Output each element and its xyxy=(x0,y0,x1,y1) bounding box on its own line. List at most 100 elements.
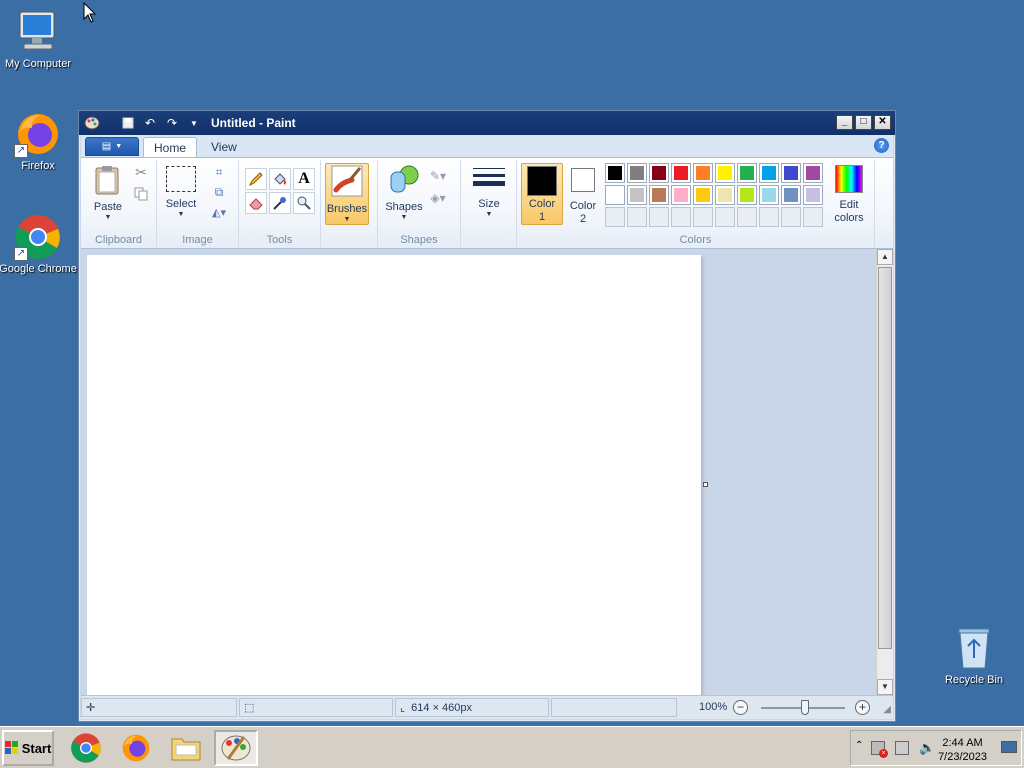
shapes-button[interactable]: Shapes ▼ xyxy=(384,164,424,222)
palette-empty-swatch[interactable] xyxy=(715,207,735,227)
palette-color-swatch[interactable] xyxy=(737,185,757,205)
edit-colors-button[interactable]: Edit colors xyxy=(829,163,869,225)
tab-home[interactable]: Home xyxy=(143,137,198,158)
zoom-out-icon[interactable]: − xyxy=(733,700,748,715)
text-icon[interactable]: A xyxy=(293,168,315,190)
clipboard-group-label: Clipboard xyxy=(94,234,143,246)
canvas-area xyxy=(81,249,877,695)
size-button[interactable]: Size ▼ xyxy=(467,164,511,219)
select-button[interactable]: Select ▼ xyxy=(163,164,199,219)
color-2-label-line2: 2 xyxy=(579,213,587,225)
magnifier-icon[interactable] xyxy=(293,192,315,214)
palette-color-swatch[interactable] xyxy=(671,163,691,183)
maximize-button[interactable]: □ xyxy=(855,115,872,130)
taskbar-firefox[interactable] xyxy=(114,730,158,766)
palette-color-swatch[interactable] xyxy=(605,185,625,205)
palette-color-swatch[interactable] xyxy=(715,185,735,205)
paint-app-icon[interactable] xyxy=(83,114,101,132)
palette-empty-swatch[interactable] xyxy=(671,207,691,227)
clock[interactable]: 2:44 AM 7/23/2023 xyxy=(938,736,987,764)
palette-color-swatch[interactable] xyxy=(627,185,647,205)
customize-toolbar-chevron-icon[interactable]: ▼ xyxy=(185,114,203,132)
palette-empty-swatch[interactable] xyxy=(781,207,801,227)
image-group: Select ▼ ⌗ ⧉ ◭▾ Image xyxy=(157,160,239,248)
scroll-up-icon[interactable]: ▲ xyxy=(877,249,893,265)
taskbar-file-explorer[interactable] xyxy=(164,730,208,766)
palette-color-swatch[interactable] xyxy=(737,163,757,183)
copy-icon[interactable] xyxy=(131,184,151,204)
cut-icon[interactable]: ✂ xyxy=(131,162,151,182)
volume-muted-icon[interactable]: 🔈 xyxy=(919,740,935,756)
resize-grip-icon[interactable]: ◢ xyxy=(883,704,891,715)
fill-bucket-icon[interactable] xyxy=(269,168,291,190)
palette-color-swatch[interactable] xyxy=(605,163,625,183)
taskbar-chrome[interactable] xyxy=(64,730,108,766)
paste-button[interactable]: Paste ▼ xyxy=(89,164,127,222)
palette-color-swatch[interactable] xyxy=(649,163,669,183)
palette-empty-swatch[interactable] xyxy=(649,207,669,227)
palette-color-swatch[interactable] xyxy=(759,185,779,205)
palette-empty-swatch[interactable] xyxy=(693,207,713,227)
palette-color-swatch[interactable] xyxy=(693,185,713,205)
brushes-button[interactable]: Brushes ▼ xyxy=(325,163,369,225)
palette-empty-swatch[interactable] xyxy=(737,207,757,227)
canvas-resize-handle[interactable] xyxy=(703,482,708,487)
vertical-scrollbar[interactable]: ▲ ▼ xyxy=(876,249,893,695)
scroll-thumb[interactable] xyxy=(878,267,892,649)
palette-color-swatch[interactable] xyxy=(781,163,801,183)
palette-color-swatch[interactable] xyxy=(715,163,735,183)
windows-logo-icon xyxy=(4,741,18,754)
crop-icon[interactable]: ⌗ xyxy=(209,162,229,182)
redo-icon[interactable]: ↷ xyxy=(163,114,181,132)
size-group: Size ▼ xyxy=(461,160,517,248)
palette-color-swatch[interactable] xyxy=(781,185,801,205)
palette-empty-swatch[interactable] xyxy=(759,207,779,227)
palette-color-swatch[interactable] xyxy=(803,185,823,205)
color-2-button[interactable]: Color 2 xyxy=(565,163,601,225)
show-desktop-icon[interactable] xyxy=(1001,741,1017,753)
color-1-button[interactable]: Color 1 xyxy=(521,163,563,225)
zoom-in-icon[interactable]: + xyxy=(855,700,870,715)
paint-menu-button[interactable]: ▤ ▼ xyxy=(85,137,139,156)
desktop-icon-label: Recycle Bin xyxy=(944,674,1004,686)
palette-color-swatch[interactable] xyxy=(759,163,779,183)
paint-icon xyxy=(221,735,251,761)
show-hidden-icons-icon[interactable]: ⌃ xyxy=(855,740,863,751)
palette-empty-swatch[interactable] xyxy=(803,207,823,227)
close-button[interactable]: ✕ xyxy=(874,115,891,130)
folder-icon xyxy=(171,738,201,761)
palette-color-swatch[interactable] xyxy=(671,185,691,205)
palette-empty-swatch[interactable] xyxy=(605,207,625,227)
palette-color-swatch[interactable] xyxy=(803,163,823,183)
help-icon[interactable]: ? xyxy=(874,138,889,153)
rotate-icon[interactable]: ◭▾ xyxy=(209,202,229,222)
network-error-icon[interactable]: × xyxy=(871,741,888,758)
scroll-down-icon[interactable]: ▼ xyxy=(877,679,893,695)
size-label: Size xyxy=(478,198,500,210)
eraser-icon[interactable] xyxy=(245,192,267,214)
palette-empty-swatch[interactable] xyxy=(627,207,647,227)
pencil-icon[interactable] xyxy=(245,168,267,190)
desktop-icon-firefox[interactable]: ↗ Firefox xyxy=(0,110,78,172)
outline-icon[interactable]: ✎▾ xyxy=(428,166,448,186)
undo-icon[interactable]: ↶ xyxy=(141,114,159,132)
desktop-icon-google-chrome[interactable]: ↗ Google Chrome xyxy=(0,213,78,275)
palette-color-swatch[interactable] xyxy=(693,163,713,183)
network-icon[interactable] xyxy=(895,741,909,755)
fill-icon[interactable]: ◈▾ xyxy=(428,188,448,208)
zoom-slider-thumb[interactable] xyxy=(801,700,809,715)
tab-view[interactable]: View xyxy=(201,137,247,158)
desktop-icon-my-computer[interactable]: My Computer xyxy=(0,8,78,70)
taskbar-paint[interactable] xyxy=(214,730,258,766)
shortcut-arrow-icon: ↗ xyxy=(14,247,28,261)
selection-rect-icon xyxy=(166,166,196,192)
minimize-button[interactable]: _ xyxy=(836,115,853,130)
color-picker-icon[interactable] xyxy=(269,192,291,214)
start-button[interactable]: Start xyxy=(2,730,54,766)
palette-color-swatch[interactable] xyxy=(627,163,647,183)
resize-icon[interactable]: ⧉ xyxy=(209,182,229,202)
palette-color-swatch[interactable] xyxy=(649,185,669,205)
drawing-canvas[interactable] xyxy=(87,255,701,695)
save-icon[interactable] xyxy=(119,114,137,132)
desktop-icon-recycle-bin[interactable]: Recycle Bin xyxy=(934,624,1014,686)
